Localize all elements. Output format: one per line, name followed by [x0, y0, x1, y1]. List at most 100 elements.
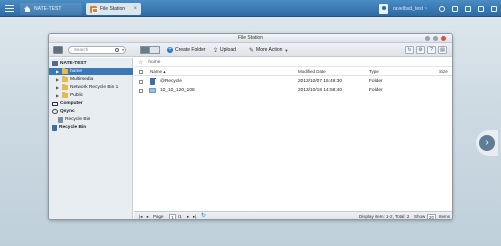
recycle-bin-icon [52, 124, 57, 131]
folder-tree: NATE-TEST ▶ home ▶ Multimedia ▶ Network … [49, 58, 133, 219]
folder-icon [62, 68, 68, 74]
tab-file-station-label: File Station [100, 6, 126, 12]
table-row[interactable]: @Recycle 2013/10/07 15:49:30 Folder [134, 77, 452, 86]
show-label: Show [414, 214, 426, 219]
column-modified-date[interactable]: Modified Date [298, 68, 326, 76]
tab-home[interactable]: NATE-TEST [20, 3, 82, 15]
items-per-page-select[interactable]: 20 [427, 213, 436, 219]
tree-item-qsync[interactable]: Qsync [49, 108, 133, 115]
info-icon[interactable] [477, 5, 485, 13]
upload-button[interactable]: ⇪ Upload [213, 46, 236, 54]
file-type: Folder [369, 88, 383, 93]
file-name: 10_10_120_108 [160, 88, 195, 93]
modified-date: 2013/10/07 15:49:30 [298, 79, 343, 84]
right-tools: ↻ ⚙ ? ▤ [405, 46, 447, 54]
column-type[interactable]: Type [369, 68, 379, 76]
tree-item-home[interactable]: ▶ home [49, 68, 133, 75]
search-placeholder: Search [74, 47, 89, 52]
view-mode-toggle [140, 46, 160, 54]
wrench-icon: ✎ [249, 47, 255, 54]
breadcrumb: ☆ home [134, 58, 452, 67]
minimize-button[interactable] [425, 35, 430, 41]
side-panel-toggle[interactable]: › [476, 130, 498, 156]
chevron-right-icon[interactable]: ▶ [56, 69, 60, 74]
close-button[interactable] [441, 35, 446, 41]
refresh-icon[interactable]: ↻ [201, 212, 206, 219]
notification-icon[interactable] [451, 5, 459, 13]
dashboard-icon[interactable] [490, 5, 498, 13]
upload-label: Upload [220, 47, 236, 53]
tree-item-label: Recycle Bin [65, 117, 91, 122]
row-checkbox[interactable] [139, 88, 143, 93]
user-icon[interactable] [379, 3, 388, 14]
first-page-button[interactable]: |◂ [139, 212, 142, 219]
file-station-window: File Station Search ▾ + Create Folder ⇪ … [48, 33, 453, 220]
select-all-checkbox[interactable] [139, 70, 143, 74]
tree-item-recycle-bin[interactable]: Recycle Bin [49, 124, 133, 131]
toggle-sidebar-button[interactable] [53, 46, 63, 54]
table-row[interactable]: 10_10_120_108 2013/10/18 14:58:40 Folder [134, 86, 452, 95]
search-input[interactable]: Search ▾ [68, 46, 126, 54]
refresh-button[interactable]: ↻ [405, 46, 414, 54]
plus-icon: + [167, 47, 173, 53]
display-info: Display item: 1-2, Total: 2 [359, 214, 410, 219]
tree-item-label: Qsync [60, 109, 75, 114]
folder-icon [149, 88, 156, 93]
settings-button[interactable]: ⚙ [416, 46, 425, 54]
close-icon[interactable]: × [133, 6, 137, 12]
row-checkbox[interactable] [139, 79, 143, 84]
qsync-icon [52, 109, 58, 114]
breadcrumb-home[interactable]: home [148, 60, 160, 65]
star-icon[interactable]: ☆ [138, 59, 143, 66]
maximize-button[interactable] [433, 35, 438, 41]
main-menu-icon[interactable] [4, 3, 15, 14]
tree-item-multimedia[interactable]: ▶ Multimedia [49, 76, 133, 83]
thumbnail-view-button[interactable] [150, 46, 160, 54]
tree-item-label: Recycle Bin [59, 125, 87, 130]
prev-page-button[interactable]: ◂ [146, 212, 148, 219]
last-page-button[interactable]: ▸| [193, 212, 196, 219]
chevron-right-icon[interactable]: ▶ [56, 85, 60, 90]
chevron-down-icon[interactable]: ▾ [122, 47, 124, 53]
page-label: Page [153, 214, 164, 219]
help-button[interactable]: ? [427, 46, 436, 54]
chevron-right-icon: › [479, 135, 495, 151]
recycle-bin-icon [58, 116, 63, 123]
window-titlebar[interactable]: File Station [49, 34, 452, 43]
user-label[interactable]: ravelbud_test ~ [393, 6, 433, 12]
taskbar-right: ravelbud_test ~ [379, 3, 498, 14]
folder-icon [62, 84, 68, 90]
window-title: File Station [237, 35, 263, 41]
chevron-down-icon: ▼ [284, 47, 289, 53]
more-action-label: More Action [256, 47, 283, 53]
tree-item-label: Network Recycle Bin 1 [70, 85, 119, 90]
tree-item-nas[interactable]: NATE-TEST [49, 60, 133, 67]
more-action-button[interactable]: ✎ More Action ▼ [249, 46, 288, 54]
next-page-button[interactable]: ▸ [187, 212, 189, 219]
tree-item-public[interactable]: ▶ Public [49, 92, 133, 99]
create-folder-label: Create Folder [175, 47, 206, 53]
column-name[interactable]: Name ▴ [150, 68, 166, 76]
column-size[interactable]: Size [439, 68, 448, 76]
chevron-right-icon[interactable]: ▶ [56, 93, 60, 98]
tree-item-label: NATE-TEST [60, 61, 87, 66]
tree-item-network-recycle-bin[interactable]: ▶ Network Recycle Bin 1 [49, 84, 133, 91]
page-input[interactable]: 1 [169, 213, 176, 219]
file-station-icon [90, 5, 98, 13]
windows-button[interactable]: ▤ [438, 46, 447, 54]
modified-date: 2013/10/18 14:58:40 [298, 88, 343, 93]
create-folder-button[interactable]: + Create Folder [167, 46, 206, 54]
chevron-right-icon[interactable]: ▶ [56, 77, 60, 82]
tree-item-computer[interactable]: Computer [49, 100, 133, 107]
toolbar: Search ▾ + Create Folder ⇪ Upload ✎ More… [49, 43, 452, 57]
tab-file-station[interactable]: File Station × [86, 3, 141, 15]
tree-item-label: Multimedia [70, 77, 94, 82]
computer-icon [52, 101, 58, 106]
list-view-button[interactable] [140, 46, 150, 54]
file-type: Folder [369, 79, 383, 84]
folder-icon [62, 92, 68, 98]
search-icon[interactable] [438, 5, 446, 13]
tree-item-qsync-recycle-bin[interactable]: Recycle Bin [49, 116, 133, 123]
table-header: Name ▴ Modified Date Type Size [134, 68, 452, 76]
options-icon[interactable] [464, 5, 472, 13]
